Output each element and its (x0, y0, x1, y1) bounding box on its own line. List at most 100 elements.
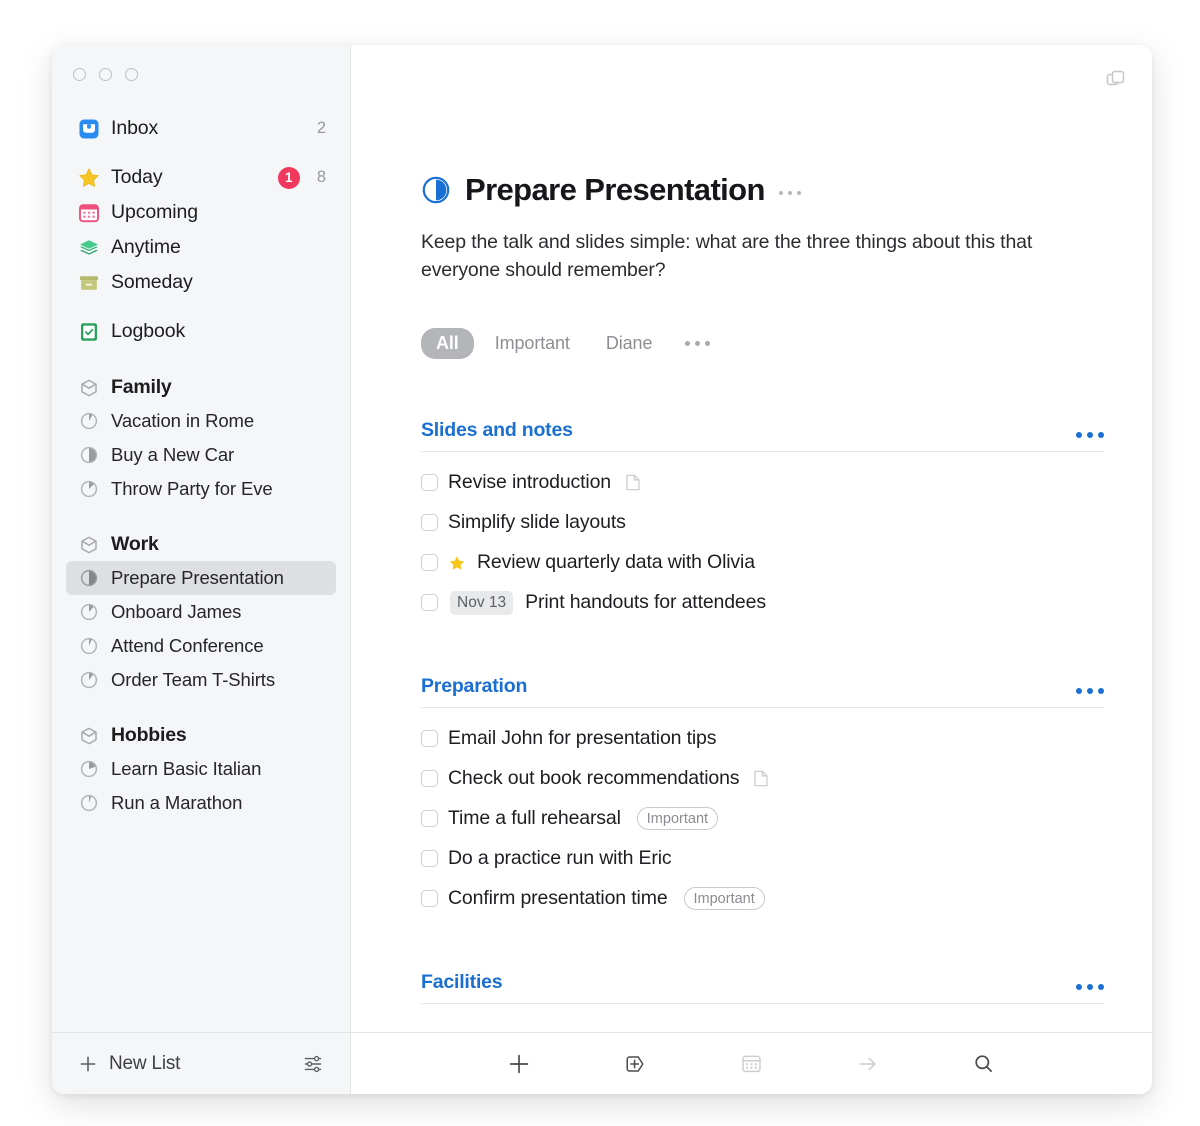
plus-icon (80, 1056, 96, 1071)
section-header: Preparation (421, 675, 1104, 708)
progress-pie-icon (80, 671, 98, 689)
todo-item[interactable]: Nov 13 Print handouts for attendees (421, 583, 1104, 623)
page-title: Prepare Presentation (465, 172, 765, 207)
sidebar: Inbox 2 Today 1 8 Upcoming Anytime Somed… (52, 45, 351, 1032)
new-list-label: New List (109, 1052, 181, 1074)
sidebar-item-label: Today (111, 166, 163, 188)
inbox-count: 2 (316, 119, 326, 137)
todo-checkbox[interactable] (421, 594, 438, 612)
sidebar-group-hobbies[interactable]: Hobbies (66, 719, 336, 752)
sidebar-group-work[interactable]: Work (66, 528, 336, 561)
progress-pie-icon (80, 603, 98, 621)
new-heading-button[interactable] (620, 1049, 650, 1079)
filter-more-button[interactable] (685, 340, 711, 346)
todo-title: Confirm presentation time (448, 887, 668, 910)
todo-title: Do a practice run with Eric (448, 847, 672, 870)
search-button[interactable] (969, 1049, 999, 1079)
section-more-menu[interactable] (1076, 687, 1104, 698)
progress-pie-icon (80, 760, 98, 778)
project-label: Vacation in Rome (111, 410, 255, 431)
sidebar-project-buy-a-new-car[interactable]: Buy a New Car (66, 438, 336, 472)
section-more-menu[interactable] (1076, 431, 1104, 442)
plus-icon (509, 1054, 529, 1073)
area-box-icon (81, 536, 97, 553)
todo-title: Revise introduction (448, 471, 611, 494)
sidebar-item-upcoming[interactable]: Upcoming (66, 195, 336, 230)
sidebar-item-label: Upcoming (111, 201, 198, 223)
todo-title: Time a full rehearsal (448, 807, 621, 830)
sidebar-project-run-a-marathon[interactable]: Run a Marathon (66, 786, 336, 820)
filter-chip-diane[interactable]: Diane (591, 328, 668, 359)
main-content: Prepare Presentation Keep the talk and s… (351, 45, 1152, 1032)
schedule-button[interactable] (736, 1049, 766, 1079)
sliders-settings-icon (304, 1055, 322, 1072)
filter-chip-all[interactable]: All (421, 327, 474, 359)
filter-chip-important[interactable]: Important (480, 328, 585, 359)
move-button[interactable] (853, 1049, 883, 1079)
logbook-check-icon (81, 322, 97, 341)
todo-checkbox[interactable] (421, 474, 438, 492)
progress-pie-icon (80, 480, 98, 498)
todo-item[interactable]: Time a full rehearsal Important (421, 799, 1104, 839)
project-title-row: Prepare Presentation (421, 172, 1152, 208)
sidebar-project-throw-party-for-eve[interactable]: Throw Party for Eve (66, 472, 336, 506)
sidebar-item-anytime[interactable]: Anytime (66, 230, 336, 265)
todo-item[interactable]: Email John for presentation tips (421, 719, 1104, 759)
todo-checkbox[interactable] (421, 890, 438, 908)
inbox-tray-icon (79, 119, 99, 138)
sidebar-project-onboard-james[interactable]: Onboard James (66, 595, 336, 629)
project-label: Order Team T-Shirts (111, 669, 275, 690)
sidebar-project-prepare-presentation[interactable]: Prepare Presentation (66, 561, 336, 595)
layers-icon (80, 239, 98, 255)
move-arrow-icon (858, 1057, 876, 1070)
sidebar-item-today[interactable]: Today 1 8 (66, 160, 336, 195)
sidebar-item-logbook[interactable]: Logbook (66, 314, 336, 349)
todo-checkbox[interactable] (421, 730, 438, 748)
project-description[interactable]: Keep the talk and slides simple: what ar… (421, 229, 1061, 285)
archive-box-icon (80, 275, 98, 290)
sidebar-item-someday[interactable]: Someday (66, 265, 336, 300)
todo-title: Email John for presentation tips (448, 727, 717, 750)
todo-title: Review quarterly data with Olivia (477, 551, 755, 574)
sidebar-project-order-team-t-shirts[interactable]: Order Team T-Shirts (66, 663, 336, 697)
todo-tag-badge[interactable]: Important (683, 887, 765, 911)
minimize-button[interactable] (99, 68, 112, 81)
project-more-menu[interactable] (778, 185, 802, 196)
progress-pie-icon (80, 446, 98, 464)
sidebar-group-family[interactable]: Family (66, 371, 336, 404)
duplicate-window-button[interactable] (1102, 65, 1130, 93)
zoom-button[interactable] (125, 68, 138, 81)
traffic-lights (52, 45, 350, 81)
close-button[interactable] (73, 68, 86, 81)
todo-item[interactable]: Review quarterly data with Olivia (421, 543, 1104, 583)
todo-checkbox[interactable] (421, 810, 438, 828)
new-todo-button[interactable] (504, 1049, 534, 1079)
today-count: 8 (316, 168, 326, 186)
todo-date-badge: Nov 13 (450, 590, 514, 615)
project-label: Prepare Presentation (111, 567, 284, 588)
todo-checkbox[interactable] (421, 850, 438, 868)
sidebar-project-vacation-in-rome[interactable]: Vacation in Rome (66, 404, 336, 438)
sidebar-item-inbox[interactable]: Inbox 2 (66, 111, 336, 146)
sidebar-project-attend-conference[interactable]: Attend Conference (66, 629, 336, 663)
section-more-menu[interactable] (1076, 983, 1104, 994)
todo-item[interactable]: Confirm presentation time Important (421, 879, 1104, 919)
progress-pie-icon (80, 794, 98, 812)
sliders-settings-button[interactable] (298, 1049, 328, 1079)
todo-title: Print handouts for attendees (525, 591, 766, 614)
group-label: Work (111, 533, 159, 555)
todo-title: Simplify slide layouts (448, 511, 626, 534)
todo-item[interactable]: Check out book recommendations (421, 759, 1104, 799)
todo-checkbox[interactable] (421, 770, 438, 788)
todo-item[interactable]: Revise introduction (421, 463, 1104, 503)
todo-checkbox[interactable] (421, 554, 438, 572)
section-slides-and-notes: Slides and notes Revise introduction Sim… (421, 419, 1104, 623)
new-heading-tag-icon (626, 1055, 644, 1072)
new-list-button[interactable]: New List (78, 1053, 180, 1075)
todo-item[interactable]: Simplify slide layouts (421, 503, 1104, 543)
project-label: Buy a New Car (111, 444, 235, 465)
todo-tag-badge[interactable]: Important (636, 807, 719, 831)
todo-checkbox[interactable] (421, 514, 438, 532)
sidebar-project-learn-basic-italian[interactable]: Learn Basic Italian (66, 752, 336, 786)
todo-item[interactable]: Do a practice run with Eric (421, 839, 1104, 879)
